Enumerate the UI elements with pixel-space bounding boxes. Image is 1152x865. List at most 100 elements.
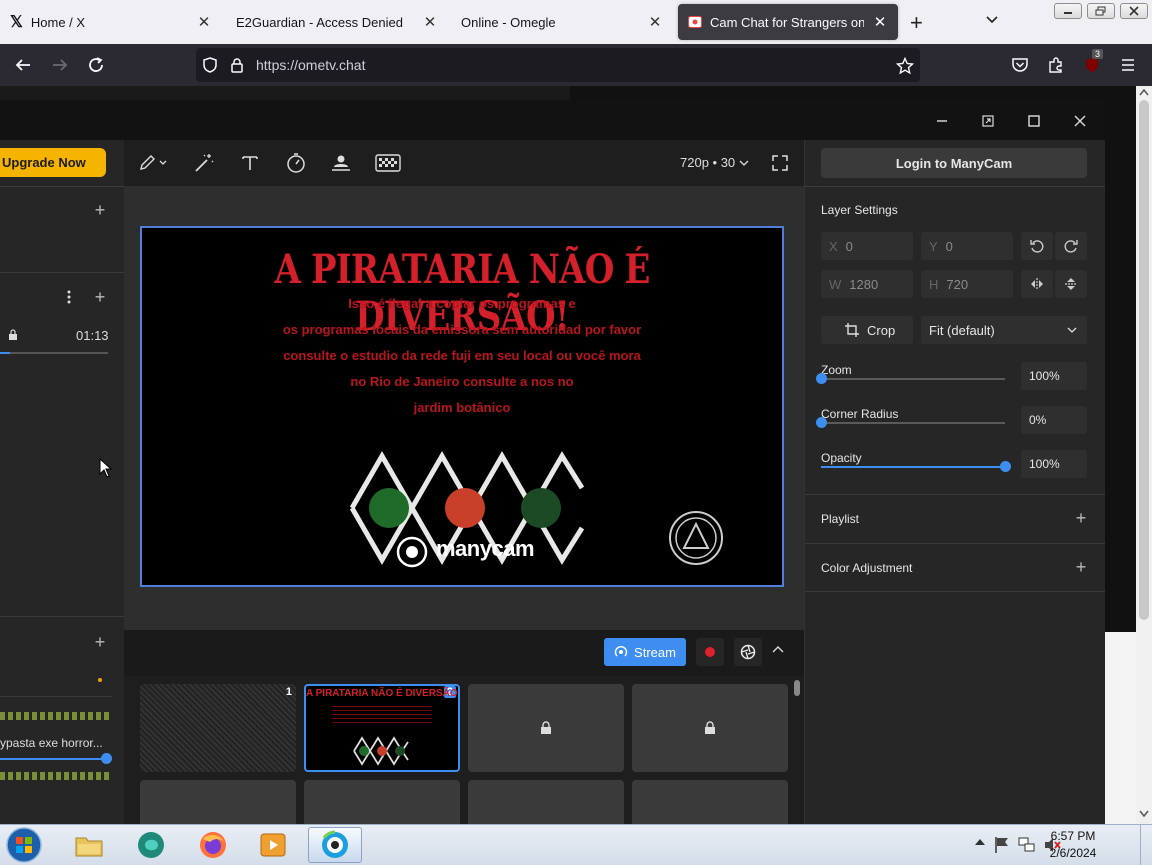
main-video-preview[interactable]: A PIRATARIA NÃO É DIVERSÃO! Isso é ilega… xyxy=(140,226,784,587)
add-playlist-icon[interactable]: + xyxy=(1073,509,1089,527)
tab-e2guardian[interactable]: E2Guardian - Access Denied ✕ xyxy=(226,4,448,40)
fit-mode-dropdown[interactable]: Fit (default) xyxy=(921,316,1087,344)
volume-slider-knob[interactable] xyxy=(101,753,112,764)
scene-slot-locked[interactable] xyxy=(140,780,296,824)
scroll-up-icon[interactable] xyxy=(1139,88,1149,96)
record-button[interactable] xyxy=(696,638,724,666)
scene-slot-locked[interactable] xyxy=(468,780,624,824)
scene-slot-locked[interactable] xyxy=(632,684,788,772)
close-tab-icon[interactable]: ✕ xyxy=(647,13,663,31)
rotate-left-icon[interactable] xyxy=(1021,232,1053,260)
lower-third-icon[interactable] xyxy=(328,150,354,176)
scene-slot-locked[interactable] xyxy=(468,684,624,772)
action-center-flag-icon[interactable] xyxy=(994,836,1010,854)
media-player-icon[interactable] xyxy=(246,827,300,863)
minimize-window-button[interactable] xyxy=(1054,3,1082,19)
close-tab-icon[interactable]: ✕ xyxy=(422,13,438,31)
add-audio-icon[interactable]: + xyxy=(92,633,108,651)
text-tool-icon[interactable] xyxy=(237,150,263,176)
slider-knob[interactable] xyxy=(999,461,1011,472)
tab-list-icon[interactable] xyxy=(984,12,1000,28)
playlist-section[interactable]: Playlist + xyxy=(805,495,1105,543)
new-tab-button[interactable]: + xyxy=(910,10,923,36)
magic-wand-icon[interactable] xyxy=(191,150,217,176)
back-button[interactable] xyxy=(10,52,36,78)
close-tab-icon[interactable]: ✕ xyxy=(196,13,212,31)
field-value: 0 xyxy=(945,238,953,254)
extensions-icon[interactable] xyxy=(1043,52,1069,78)
manycam-taskbar-icon[interactable] xyxy=(308,827,362,863)
url-text[interactable]: https://ometv.chat xyxy=(256,57,365,73)
zoom-value[interactable]: 100% xyxy=(1021,362,1087,390)
menu-hamburger-icon[interactable] xyxy=(1115,52,1141,78)
mc-close-icon[interactable] xyxy=(1069,110,1091,132)
forward-button[interactable] xyxy=(47,52,73,78)
rotate-right-icon[interactable] xyxy=(1055,232,1087,260)
lock-icon[interactable] xyxy=(230,57,244,73)
corner-radius-slider[interactable] xyxy=(815,417,1005,428)
collapse-scenes-icon[interactable] xyxy=(772,645,784,655)
mc-minimize-icon[interactable] xyxy=(931,110,953,132)
media-app-icon[interactable] xyxy=(124,827,178,863)
scene-slot-locked[interactable] xyxy=(632,780,788,824)
upgrade-now-button[interactable]: Upgrade Now xyxy=(0,148,106,177)
flip-vertical-icon[interactable] xyxy=(1055,270,1087,298)
system-clock[interactable]: 6:57 PM 2/6/2024 xyxy=(1038,828,1108,862)
corner-radius-value[interactable]: 0% xyxy=(1021,406,1087,434)
height-field[interactable]: H 720 xyxy=(921,270,1013,298)
show-desktop-button[interactable] xyxy=(1140,825,1152,865)
crop-button[interactable]: Crop xyxy=(821,316,913,344)
add-playlist-icon[interactable]: + xyxy=(92,288,108,306)
restore-window-button[interactable] xyxy=(1087,3,1115,19)
close-window-button[interactable] xyxy=(1120,3,1148,19)
scenes-scrollbar-thumb[interactable] xyxy=(794,680,800,696)
start-button[interactable] xyxy=(4,826,44,864)
add-source-icon[interactable]: + xyxy=(92,201,108,219)
mc-maximize-icon[interactable] xyxy=(1023,110,1045,132)
bookmark-star-icon[interactable] xyxy=(896,57,914,75)
url-bar[interactable]: https://ometv.chat xyxy=(196,48,920,82)
ublock-origin-icon[interactable]: 3 xyxy=(1079,49,1105,78)
scroll-down-icon[interactable] xyxy=(1139,810,1149,818)
resolution-dropdown[interactable]: 720p • 30 xyxy=(680,155,749,170)
chroma-key-icon[interactable] xyxy=(374,150,402,176)
scene-slot-1[interactable]: 1 xyxy=(140,684,296,772)
show-hidden-icons[interactable] xyxy=(974,837,986,847)
expand-color-adjustment-icon[interactable]: + xyxy=(1073,558,1089,576)
draw-pencil-icon[interactable] xyxy=(134,150,174,176)
scene-slot-2[interactable]: 2 A PIRATARIA NÃO É DIVERSÃO! xyxy=(304,684,460,772)
pocket-icon[interactable] xyxy=(1007,52,1033,78)
scene-slot-locked[interactable] xyxy=(304,780,460,824)
page-scrollbar[interactable] xyxy=(1136,86,1152,824)
volume-slider-track[interactable] xyxy=(0,758,108,760)
network-icon[interactable] xyxy=(1018,836,1036,854)
snapshot-button[interactable] xyxy=(734,638,762,666)
stream-button[interactable]: Stream xyxy=(604,638,686,666)
y-position-field[interactable]: Y 0 xyxy=(921,232,1013,260)
x-position-field[interactable]: X 0 xyxy=(821,232,913,260)
media-progress-track[interactable] xyxy=(0,352,108,354)
zoom-slider[interactable] xyxy=(815,373,1005,384)
tab-omegle[interactable]: Online - Omegle ✕ xyxy=(451,4,673,40)
more-options-icon[interactable] xyxy=(64,290,74,304)
timer-icon[interactable] xyxy=(283,150,309,176)
fullscreen-icon[interactable] xyxy=(767,150,793,176)
color-adjustment-section[interactable]: Color Adjustment + xyxy=(805,544,1105,592)
width-field[interactable]: W 1280 xyxy=(821,270,913,298)
login-button[interactable]: Login to ManyCam xyxy=(821,148,1087,178)
flip-horizontal-icon[interactable] xyxy=(1021,270,1053,298)
reload-button[interactable] xyxy=(83,52,109,78)
slider-knob[interactable] xyxy=(815,373,827,384)
close-tab-icon[interactable]: ✕ xyxy=(872,13,888,31)
mc-compact-mode-icon[interactable] xyxy=(977,110,999,132)
file-explorer-icon[interactable] xyxy=(62,827,116,863)
tab-ometv[interactable]: Cam Chat for Strangers on Ome ✕ xyxy=(678,4,898,40)
tab-home-x[interactable]: 𝕏 Home / X ✕ xyxy=(0,4,222,40)
slider-knob[interactable] xyxy=(815,417,827,428)
field-key: Y xyxy=(929,238,938,254)
firefox-icon[interactable] xyxy=(186,827,240,863)
scrollbar-thumb[interactable] xyxy=(1139,100,1149,620)
shield-icon[interactable] xyxy=(202,57,218,73)
opacity-slider[interactable] xyxy=(821,461,1011,472)
opacity-value[interactable]: 100% xyxy=(1021,450,1087,478)
